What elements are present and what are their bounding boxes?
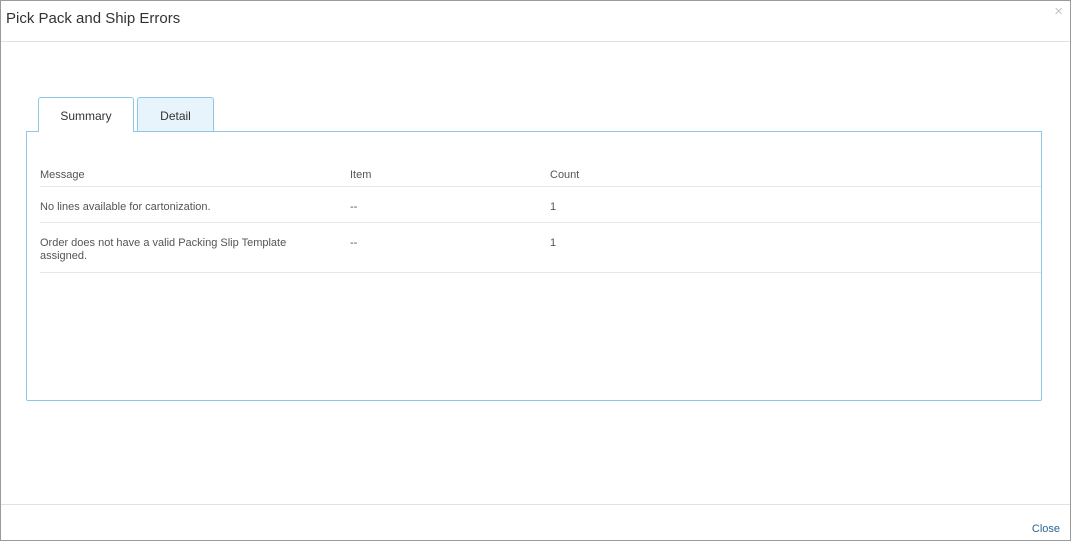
column-header-item: Item	[350, 169, 372, 181]
row-message: No lines available for cartonization.	[40, 201, 211, 213]
close-button[interactable]: Close	[1032, 523, 1060, 535]
tab-summary[interactable]: Summary	[38, 97, 134, 132]
row-item: --	[350, 201, 358, 213]
column-header-message: Message	[40, 169, 85, 181]
dialog-footer: Close	[1, 504, 1070, 541]
row-count: 1	[550, 201, 557, 213]
dialog-title: Pick Pack and Ship Errors	[6, 10, 181, 27]
close-icon[interactable]: ×	[1054, 4, 1063, 20]
row-item: --	[350, 237, 358, 249]
column-header-count: Count	[550, 169, 580, 181]
tab-panel-summary: Message Item Count No lines available fo…	[26, 131, 1042, 401]
table-header: Message Item Count	[40, 162, 1041, 187]
row-message: Order does not have a valid Packing Slip…	[40, 237, 287, 262]
table-row: Order does not have a valid Packing Slip…	[40, 223, 1041, 273]
dialog-header: Pick Pack and Ship Errors ×	[1, 1, 1070, 42]
row-count: 1	[550, 237, 557, 249]
errors-table: Message Item Count No lines available fo…	[40, 162, 1041, 273]
table-row: No lines available for cartonization. --…	[40, 187, 1041, 223]
tab-detail[interactable]: Detail	[137, 97, 214, 131]
error-dialog: Pick Pack and Ship Errors × Summary Deta…	[0, 0, 1071, 541]
